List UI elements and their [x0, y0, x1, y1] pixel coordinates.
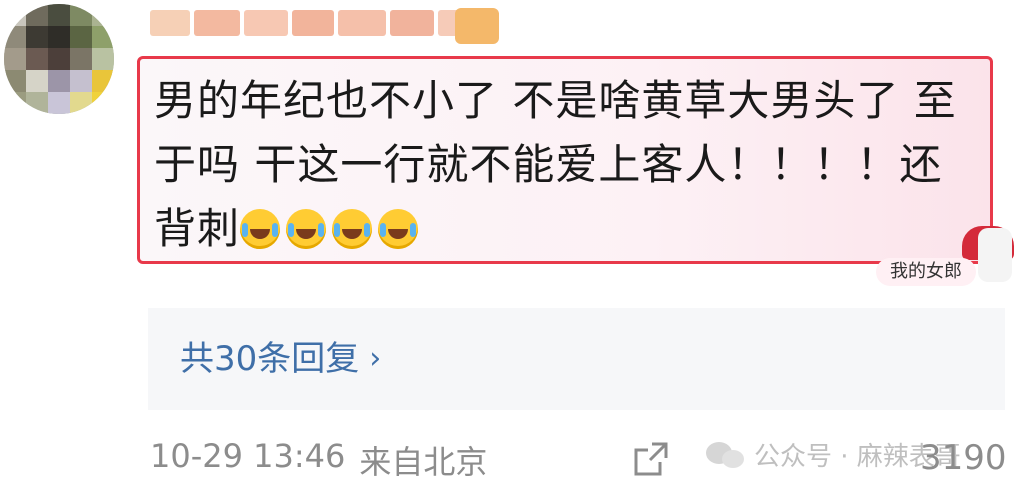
comment-line-2: 于吗 干这一行就不能爱上客人！！！！还: [154, 140, 943, 189]
username: [150, 8, 151, 9]
comment-meta: 10-29 13:46 来自北京: [150, 437, 487, 483]
laugh-cry-emoji-icon: [332, 209, 373, 249]
laugh-cry-emoji-icon: [286, 209, 327, 249]
vip-badge-icon: [455, 8, 499, 44]
sticker-label: 我的女郎: [876, 258, 976, 286]
sticker-face-icon: [978, 228, 1012, 282]
comment-line-3: 背刺: [154, 197, 984, 261]
laugh-cry-emoji-icon: [378, 209, 419, 249]
view-replies-link[interactable]: 共30条回复 ›: [180, 336, 381, 382]
share-icon[interactable]: [632, 440, 670, 478]
like-count[interactable]: 3190: [920, 438, 1007, 478]
wechat-icon: [706, 440, 746, 470]
comment-location: 来自北京: [359, 443, 488, 481]
comment-time: 10-29 13:46: [150, 437, 346, 475]
comment-body: 男的年纪也不小了 不是啥黄草大男头了 至 于吗 干这一行就不能爱上客人！！！！还…: [154, 69, 984, 261]
comment-line-1: 男的年纪也不小了 不是啥黄草大男头了 至: [154, 76, 957, 125]
laugh-cry-emoji-icon: [240, 209, 281, 249]
comment-highlight-box: 男的年纪也不小了 不是啥黄草大男头了 至 于吗 干这一行就不能爱上客人！！！！还…: [137, 56, 993, 264]
replies-count-label: 共30条回复: [180, 339, 360, 379]
replies-panel[interactable]: 共30条回复 ›: [148, 308, 1005, 410]
chevron-right-icon: ›: [369, 341, 382, 376]
avatar[interactable]: [4, 4, 114, 114]
comment-line-3-text: 背刺: [154, 204, 241, 253]
